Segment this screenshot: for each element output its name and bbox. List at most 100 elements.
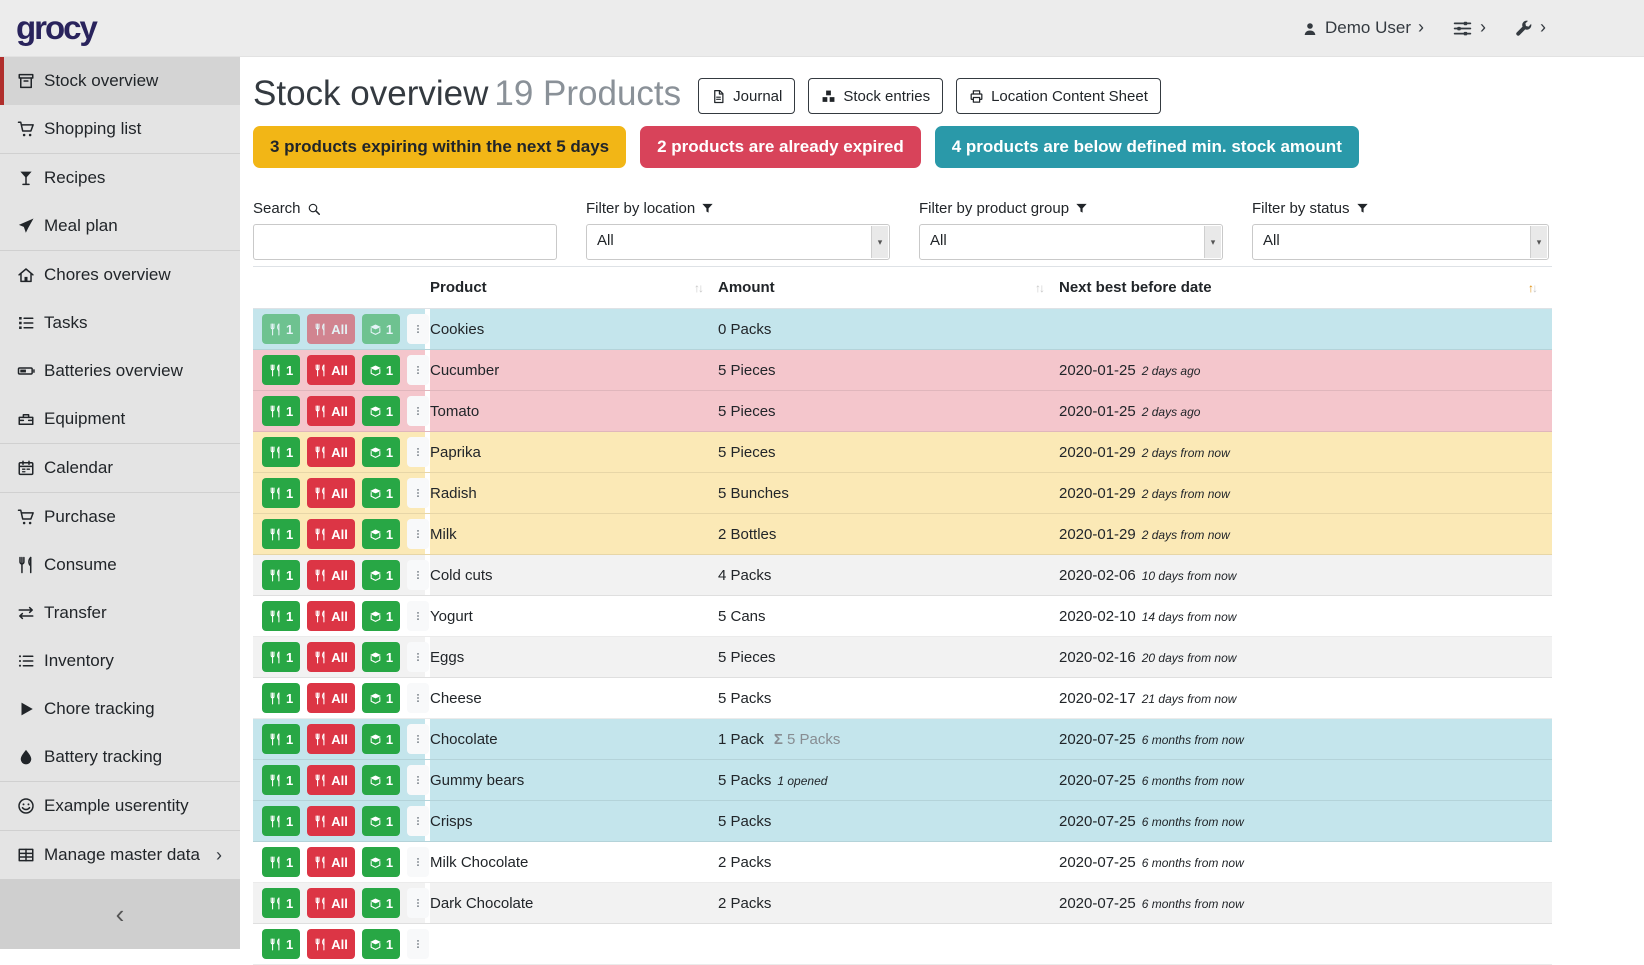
- open-one-button[interactable]: 1: [362, 519, 400, 549]
- open-one-button[interactable]: 1: [362, 847, 400, 877]
- sidebar-item-shopping-list[interactable]: Shopping list: [0, 105, 240, 153]
- row-menu-button[interactable]: [407, 437, 429, 467]
- status-alert[interactable]: 3 products expiring within the next 5 da…: [253, 126, 626, 168]
- consume-one-button[interactable]: 1: [262, 642, 300, 672]
- consume-all-button[interactable]: All: [307, 683, 355, 713]
- consume-all-button[interactable]: All: [307, 396, 355, 426]
- consume-all-button[interactable]: All: [307, 765, 355, 795]
- sidebar-item-purchase[interactable]: Purchase: [0, 493, 240, 541]
- column-header-product[interactable]: Product↑↓: [430, 267, 718, 308]
- consume-one-button[interactable]: 1: [262, 601, 300, 631]
- row-button-label: 1: [386, 896, 393, 911]
- row-menu-button[interactable]: [407, 601, 429, 631]
- sidebar-item-tasks[interactable]: Tasks: [0, 299, 240, 347]
- consume-all-button[interactable]: All: [307, 560, 355, 590]
- sidebar-collapse-button[interactable]: ‹: [0, 879, 240, 949]
- open-one-button[interactable]: 1: [362, 396, 400, 426]
- sidebar-item-equipment[interactable]: Equipment: [0, 395, 240, 443]
- sidebar-item-chore-tracking[interactable]: Chore tracking: [0, 685, 240, 733]
- sidebar-item-consume[interactable]: Consume: [0, 541, 240, 589]
- status-alert[interactable]: 2 products are already expired: [640, 126, 921, 168]
- consume-one-button[interactable]: 1: [262, 806, 300, 836]
- open-one-button[interactable]: 1: [362, 929, 400, 959]
- consume-all-button[interactable]: All: [307, 888, 355, 918]
- row-menu-button[interactable]: [407, 642, 429, 672]
- row-menu-button[interactable]: [407, 478, 429, 508]
- sidebar-item-inventory[interactable]: Inventory: [0, 637, 240, 685]
- column-header-amount[interactable]: Amount↑↓: [718, 267, 1059, 308]
- consume-one-button[interactable]: 1: [262, 437, 300, 467]
- consume-one-button[interactable]: 1: [262, 314, 300, 344]
- consume-all-button[interactable]: All: [307, 642, 355, 672]
- consume-all-button[interactable]: All: [307, 806, 355, 836]
- row-menu-button[interactable]: [407, 683, 429, 713]
- row-menu-button[interactable]: [407, 806, 429, 836]
- open-one-button[interactable]: 1: [362, 765, 400, 795]
- status-alert[interactable]: 4 products are below defined min. stock …: [935, 126, 1359, 168]
- consume-all-button[interactable]: All: [307, 478, 355, 508]
- sidebar-item-battery-tracking[interactable]: Battery tracking: [0, 733, 240, 781]
- row-menu-button[interactable]: [407, 724, 429, 754]
- sidebar-item-stock-overview[interactable]: Stock overview: [0, 57, 240, 105]
- settings-menu[interactable]: ›: [1452, 17, 1486, 38]
- consume-one-button[interactable]: 1: [262, 929, 300, 959]
- consume-one-button[interactable]: 1: [262, 560, 300, 590]
- consume-one-button[interactable]: 1: [262, 396, 300, 426]
- sidebar-item-batteries-overview[interactable]: Batteries overview: [0, 347, 240, 395]
- location-content-sheet-button[interactable]: Location Content Sheet: [956, 78, 1161, 114]
- open-one-button[interactable]: 1: [362, 683, 400, 713]
- sidebar-item-chores-overview[interactable]: Chores overview: [0, 251, 240, 299]
- journal-button[interactable]: Journal: [698, 78, 795, 114]
- row-menu-button[interactable]: [407, 396, 429, 426]
- admin-menu[interactable]: ›: [1514, 18, 1546, 38]
- open-one-button[interactable]: 1: [362, 888, 400, 918]
- consume-one-button[interactable]: 1: [262, 683, 300, 713]
- consume-all-button[interactable]: All: [307, 847, 355, 877]
- consume-one-button[interactable]: 1: [262, 519, 300, 549]
- filter-by-location-select[interactable]: All ▾: [586, 224, 890, 260]
- consume-one-button[interactable]: 1: [262, 765, 300, 795]
- open-one-button[interactable]: 1: [362, 560, 400, 590]
- row-menu-button[interactable]: [407, 765, 429, 795]
- consume-all-button[interactable]: All: [307, 355, 355, 385]
- open-one-button[interactable]: 1: [362, 478, 400, 508]
- row-menu-button[interactable]: [407, 355, 429, 385]
- sidebar-item-calendar[interactable]: Calendar: [0, 444, 240, 492]
- consume-one-button[interactable]: 1: [262, 847, 300, 877]
- filter-by-status-select[interactable]: All ▾: [1252, 224, 1549, 260]
- open-one-button[interactable]: 1: [362, 314, 400, 344]
- open-one-button[interactable]: 1: [362, 642, 400, 672]
- consume-one-button[interactable]: 1: [262, 355, 300, 385]
- open-one-button[interactable]: 1: [362, 437, 400, 467]
- search-input[interactable]: [253, 224, 557, 260]
- sidebar-item-manage-master-data[interactable]: Manage master data›: [0, 831, 240, 879]
- sidebar-item-meal-plan[interactable]: Meal plan: [0, 202, 240, 250]
- open-one-button[interactable]: 1: [362, 724, 400, 754]
- consume-all-button[interactable]: All: [307, 601, 355, 631]
- row-menu-button[interactable]: [407, 560, 429, 590]
- sidebar-item-transfer[interactable]: Transfer: [0, 589, 240, 637]
- consume-one-button[interactable]: 1: [262, 888, 300, 918]
- open-one-button[interactable]: 1: [362, 355, 400, 385]
- consume-all-button[interactable]: All: [307, 437, 355, 467]
- row-menu-button[interactable]: [407, 847, 429, 877]
- open-one-button[interactable]: 1: [362, 806, 400, 836]
- filter-by-product-group-select[interactable]: All ▾: [919, 224, 1223, 260]
- user-menu[interactable]: Demo User ›: [1302, 18, 1424, 38]
- row-menu-button[interactable]: [407, 888, 429, 918]
- sidebar-item-example-userentity[interactable]: Example userentity: [0, 782, 240, 830]
- column-header-next-best-before-date[interactable]: Next best before date↑↓: [1059, 267, 1552, 308]
- app-logo[interactable]: grocy: [16, 9, 96, 47]
- consume-all-button[interactable]: All: [307, 314, 355, 344]
- row-menu-button[interactable]: [407, 929, 429, 959]
- sidebar-item-recipes[interactable]: Recipes: [0, 154, 240, 202]
- row-menu-button[interactable]: [407, 314, 429, 344]
- consume-all-button[interactable]: All: [307, 519, 355, 549]
- consume-one-button[interactable]: 1: [262, 478, 300, 508]
- consume-all-button[interactable]: All: [307, 724, 355, 754]
- stock-entries-button[interactable]: Stock entries: [808, 78, 943, 114]
- consume-one-button[interactable]: 1: [262, 724, 300, 754]
- consume-all-button[interactable]: All: [307, 929, 355, 959]
- row-menu-button[interactable]: [407, 519, 429, 549]
- open-one-button[interactable]: 1: [362, 601, 400, 631]
